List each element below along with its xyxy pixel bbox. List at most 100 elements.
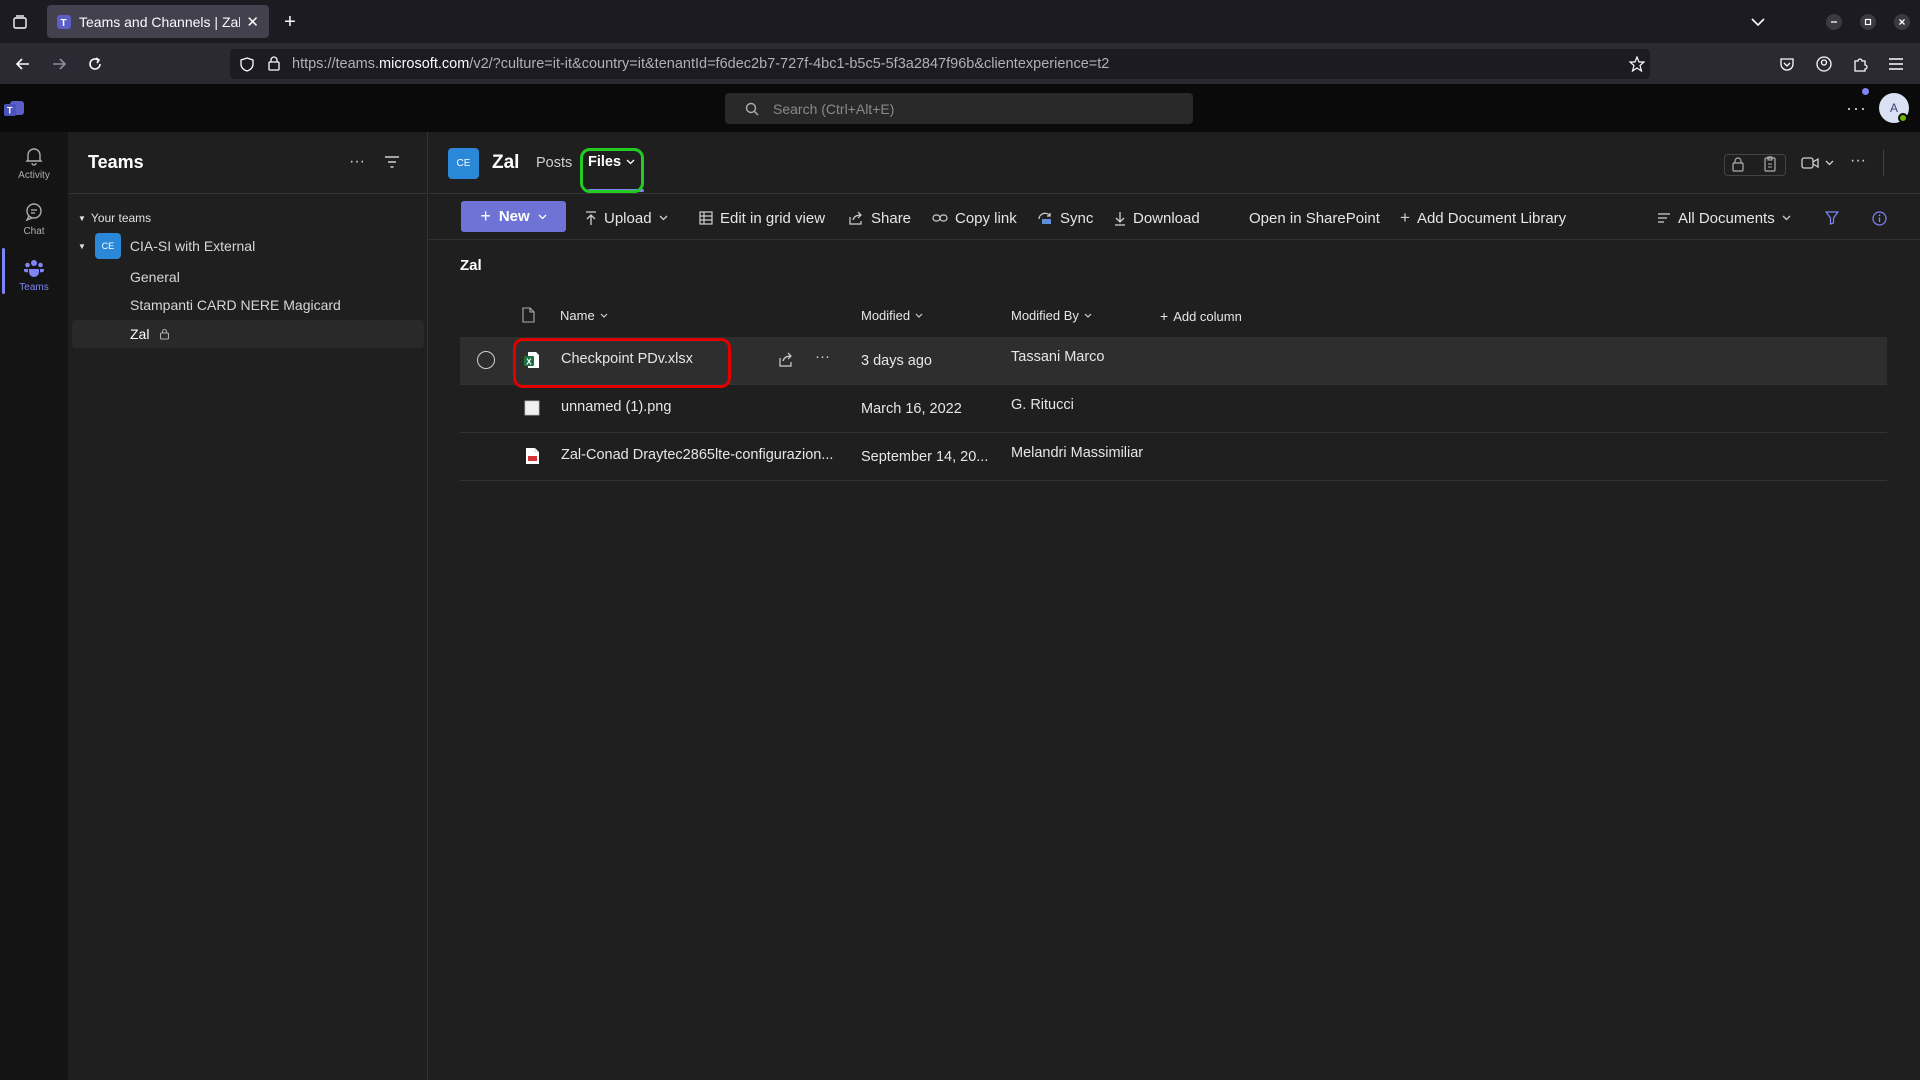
tab-posts[interactable]: Posts: [536, 155, 572, 171]
row-select-radio[interactable]: [477, 351, 495, 369]
filter-funnel-icon[interactable]: [1825, 207, 1839, 229]
video-camera-icon: [1801, 157, 1819, 169]
bookmark-star-icon[interactable]: [1622, 49, 1652, 79]
search-box[interactable]: Search (Ctrl+Alt+E): [725, 93, 1193, 124]
minimize-window-icon[interactable]: [1819, 7, 1849, 37]
chevron-down-icon: [915, 313, 923, 318]
rail-label-activity: Activity: [18, 169, 50, 181]
your-teams-section[interactable]: ▼ Your teams: [78, 211, 151, 225]
url-prefix: https://teams.: [292, 56, 380, 72]
restore-window-icon[interactable]: [1853, 7, 1883, 37]
tracking-protection-shield-icon[interactable]: [240, 57, 254, 72]
file-name[interactable]: Zal-Conad Draytec2865lte-configurazion..…: [561, 447, 833, 463]
copy-link-button[interactable]: Copy link: [932, 207, 1017, 229]
bell-icon: [24, 146, 44, 166]
chevron-down-icon: [659, 215, 668, 221]
teams-list-pane: [68, 132, 428, 1080]
rail-item-activity[interactable]: Activity: [0, 136, 68, 190]
file-more-options-icon[interactable]: ···: [815, 348, 830, 365]
share-file-icon[interactable]: [779, 352, 795, 367]
view-selector[interactable]: All Documents: [1657, 207, 1791, 229]
browser-tab-active[interactable]: T Teams and Channels | Zal ✕: [47, 5, 269, 38]
rail-item-teams[interactable]: Teams: [0, 248, 68, 302]
channel-zal[interactable]: Zal: [130, 326, 149, 342]
column-modified-label: Modified: [861, 308, 911, 323]
account-icon[interactable]: [1809, 49, 1839, 79]
lock-icon[interactable]: [268, 56, 280, 71]
url-bar[interactable]: https://teams. microsoft.com/v2/?culture=…: [230, 49, 1650, 79]
sync-button[interactable]: Sync: [1037, 207, 1093, 229]
file-modified-by[interactable]: Melandri Massimiliar: [1011, 445, 1143, 461]
file-type-header-icon[interactable]: [522, 307, 535, 323]
column-header-modified-by[interactable]: Modified By: [1011, 308, 1092, 323]
close-window-icon[interactable]: [1887, 7, 1917, 37]
forward-icon[interactable]: [44, 49, 74, 79]
private-channel-lock-icon: [159, 328, 170, 340]
open-sharepoint-label: Open in SharePoint: [1249, 209, 1380, 227]
edit-grid-label: Edit in grid view: [720, 209, 826, 227]
meet-now-button[interactable]: [1801, 157, 1834, 169]
more-options-icon[interactable]: ···: [1846, 98, 1867, 119]
column-modified-by-label: Modified By: [1011, 308, 1079, 323]
file-modified: March 16, 2022: [861, 401, 962, 417]
pdf-file-icon: [524, 447, 540, 465]
close-tab-icon[interactable]: ✕: [246, 13, 259, 31]
open-in-sharepoint-button[interactable]: Open in SharePoint: [1249, 207, 1380, 229]
teams-more-options-icon[interactable]: ···: [349, 153, 365, 171]
filter-lines-icon[interactable]: [384, 155, 400, 169]
column-header-name[interactable]: Name: [560, 308, 608, 323]
table-row[interactable]: Zal-Conad Draytec2865lte-configurazion..…: [460, 433, 1887, 481]
channel-header: [429, 132, 1920, 194]
search-icon: [745, 102, 759, 116]
sync-label: Sync: [1060, 209, 1094, 227]
channel-more-options-icon[interactable]: ···: [1850, 152, 1866, 170]
file-modified: September 14, 20...: [861, 449, 989, 465]
lock-icon[interactable]: [1730, 156, 1746, 172]
plus-icon: +: [1160, 308, 1169, 324]
teams-logo-icon[interactable]: T: [4, 99, 26, 119]
svg-text:T: T: [7, 106, 13, 116]
library-breadcrumb[interactable]: Zal: [460, 257, 482, 274]
team-item-cia-si[interactable]: ▼ CE CIA-SI with External: [78, 233, 255, 259]
presence-available-badge: [1898, 113, 1908, 123]
table-row[interactable]: unnamed (1).png March 16, 2022 G. Ritucc…: [460, 385, 1887, 433]
column-header-modified[interactable]: Modified: [861, 308, 923, 323]
reload-icon[interactable]: [80, 49, 110, 79]
file-name[interactable]: unnamed (1).png: [561, 399, 671, 415]
new-button[interactable]: + New: [461, 201, 566, 232]
chevron-down-icon: [538, 214, 547, 220]
header-divider: [1883, 150, 1884, 176]
file-modified-by[interactable]: G. Ritucci: [1011, 397, 1074, 413]
channel-zal-selected[interactable]: [72, 320, 424, 348]
channel-stampanti[interactable]: Stampanti CARD NERE Magicard: [130, 297, 341, 313]
share-button[interactable]: Share: [849, 207, 911, 229]
chevron-down-icon: [1825, 160, 1834, 166]
clipboard-icon[interactable]: [1762, 156, 1778, 172]
pocket-icon[interactable]: [1772, 49, 1802, 79]
download-icon: [1114, 211, 1126, 226]
hamburger-menu-icon[interactable]: [1881, 49, 1911, 79]
avatar-initial: A: [1889, 101, 1898, 115]
list-all-tabs-icon[interactable]: [1743, 7, 1773, 37]
download-button[interactable]: Download: [1114, 207, 1200, 229]
back-icon[interactable]: [8, 49, 38, 79]
highlight-files-tab: [580, 148, 644, 193]
link-icon: [932, 213, 948, 223]
edit-grid-view-button[interactable]: Edit in grid view: [699, 207, 825, 229]
notification-dot: [1862, 88, 1869, 95]
tab-list-icon[interactable]: [5, 7, 35, 37]
file-modified-by[interactable]: Tassani Marco: [1011, 349, 1104, 365]
new-tab-icon[interactable]: +: [275, 7, 305, 37]
share-icon: [849, 211, 864, 225]
upload-button[interactable]: Upload: [585, 207, 668, 229]
channel-general[interactable]: General: [130, 269, 180, 285]
extensions-puzzle-icon[interactable]: [1845, 49, 1875, 79]
rail-active-indicator: [2, 248, 5, 294]
add-document-library-button[interactable]: + Add Document Library: [1400, 207, 1566, 229]
add-column-button[interactable]: + Add column: [1160, 308, 1242, 324]
rail-item-chat[interactable]: Chat: [0, 192, 68, 246]
teams-people-icon: [23, 258, 45, 278]
caret-down-icon: ▼: [78, 213, 86, 223]
upload-label: Upload: [604, 209, 652, 227]
info-icon[interactable]: [1872, 207, 1887, 229]
